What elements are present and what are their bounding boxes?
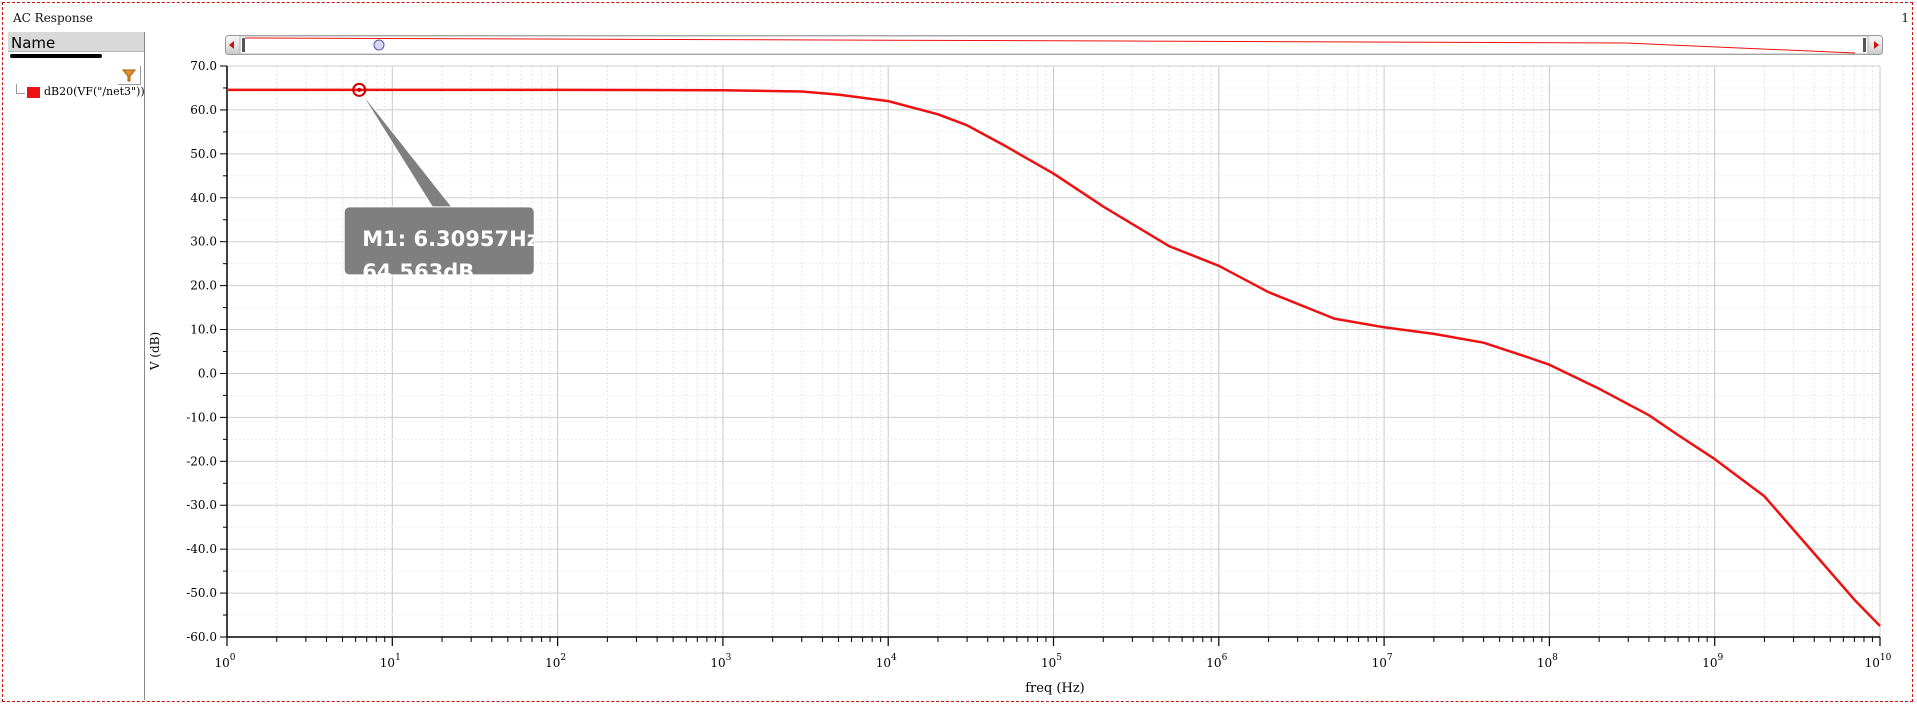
series-color-swatch xyxy=(27,87,40,98)
window-number: 1 xyxy=(1901,11,1909,25)
legend-panel: Name dB20(VF("/net3")) xyxy=(8,32,145,700)
tree-connector xyxy=(16,84,25,94)
legend-item[interactable]: dB20(VF("/net3")) xyxy=(10,84,145,102)
filter-icon xyxy=(121,69,137,82)
legend-item-label: dB20(VF("/net3")) xyxy=(44,85,145,98)
legend-header[interactable]: Name xyxy=(8,32,144,52)
slider-right-handle[interactable] xyxy=(1863,38,1866,52)
legend-name-column: Name xyxy=(11,34,56,52)
plot-window-frame xyxy=(2,2,1913,702)
slider-left-handle[interactable] xyxy=(242,38,245,52)
window-title: AC Response xyxy=(13,11,93,25)
filter-button[interactable] xyxy=(118,66,141,85)
slider-marker-icon[interactable] xyxy=(373,39,385,51)
legend-header-underline xyxy=(10,54,102,58)
zoom-slider[interactable] xyxy=(225,33,1883,57)
